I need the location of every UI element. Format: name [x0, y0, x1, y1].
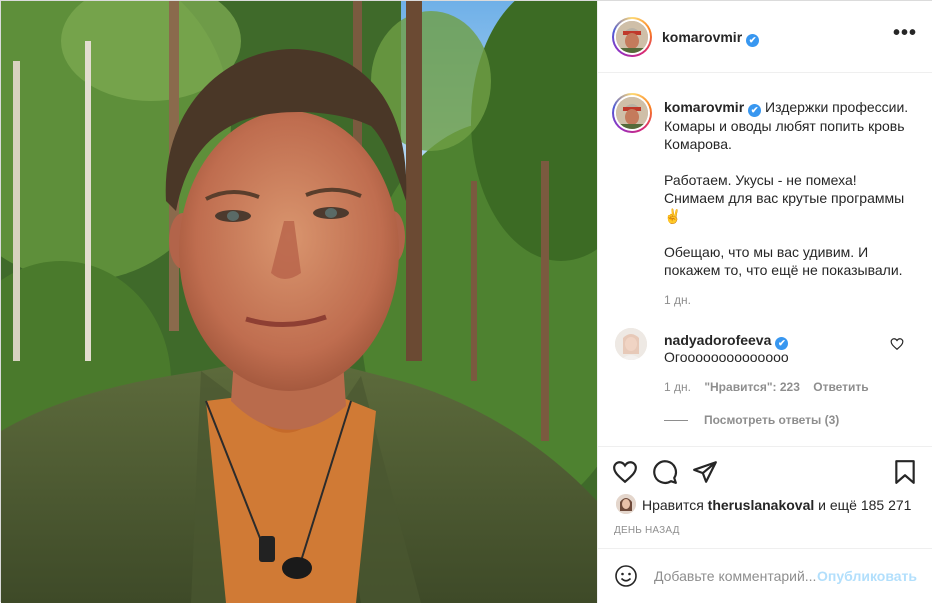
author-username[interactable]: komarovmir ✔ [662, 29, 760, 47]
caption-line-3: Обещаю, что мы вас удивим. И покажем то,… [664, 244, 903, 278]
post-date[interactable]: День назад [614, 525, 680, 536]
caption-avatar-image [616, 97, 648, 129]
comment-likes-count[interactable]: "Нравится": 223 [704, 380, 800, 394]
more-icon: ••• [893, 22, 918, 44]
post-photo-image [1, 1, 597, 603]
verified-icon: ✔ [748, 104, 762, 117]
comment-username[interactable]: nadyadorofeeva ✔ [664, 332, 789, 350]
post-caption: komarovmir ✔ Издержки профессии. Комары и… [664, 98, 916, 279]
liker-username[interactable]: theruslanakoval [708, 497, 815, 513]
post-modal: komarovmir ✔ ••• komarovmir ✔ Издержки про [0, 0, 932, 603]
heart-icon[interactable] [612, 459, 638, 485]
comment-timestamp[interactable]: 1 дн. [664, 380, 691, 394]
comment-input[interactable] [654, 565, 822, 587]
publish-button[interactable]: Опубликовать [817, 568, 917, 584]
caption-username[interactable]: komarovmir [664, 99, 744, 115]
reply-button[interactable]: Ответить [813, 380, 868, 394]
likes-summary: Нравится theruslanakoval и ещё 185 271 [642, 497, 911, 513]
add-comment-bar: Опубликовать [598, 548, 932, 603]
caption-line-2: Работаем. Укусы - не помеха! Снимаем для… [664, 172, 905, 224]
more-options-button[interactable]: ••• [893, 22, 918, 49]
liker-avatar-image [616, 494, 636, 514]
comment-like-heart-icon[interactable] [890, 337, 904, 351]
author-avatar-image [616, 21, 648, 53]
comment-text: Огоооооооооооооо [664, 349, 789, 365]
post-photo[interactable] [1, 1, 597, 603]
comment-meta: 1 дн. "Нравится": 223 Ответить [664, 380, 879, 394]
post-actions: Нравится theruslanakoval и ещё 185 271 Д… [598, 446, 932, 551]
commenter-avatar-image [615, 328, 647, 360]
comments-list[interactable]: komarovmir ✔ Издержки профессии. Комары и… [598, 73, 932, 446]
emoji-icon[interactable] [614, 564, 638, 588]
post-header: komarovmir ✔ ••• [598, 1, 932, 73]
author-avatar[interactable] [612, 17, 652, 57]
comment-icon[interactable] [652, 459, 678, 485]
commenter-avatar[interactable] [615, 328, 647, 360]
caption-timestamp[interactable]: 1 дн. [664, 293, 691, 307]
bookmark-icon[interactable] [892, 459, 918, 485]
liker-avatar[interactable] [616, 494, 636, 514]
post-side-panel: komarovmir ✔ ••• komarovmir ✔ Издержки про [597, 1, 932, 603]
likes-count[interactable]: и ещё 185 271 [818, 497, 911, 513]
verified-icon: ✔ [746, 34, 760, 47]
likes-prefix: Нравится [642, 497, 704, 513]
share-icon[interactable] [692, 459, 718, 485]
view-replies-button[interactable]: Посмотреть ответы (3) [664, 413, 839, 427]
caption-author-avatar[interactable] [612, 93, 652, 133]
replies-divider [664, 420, 688, 422]
